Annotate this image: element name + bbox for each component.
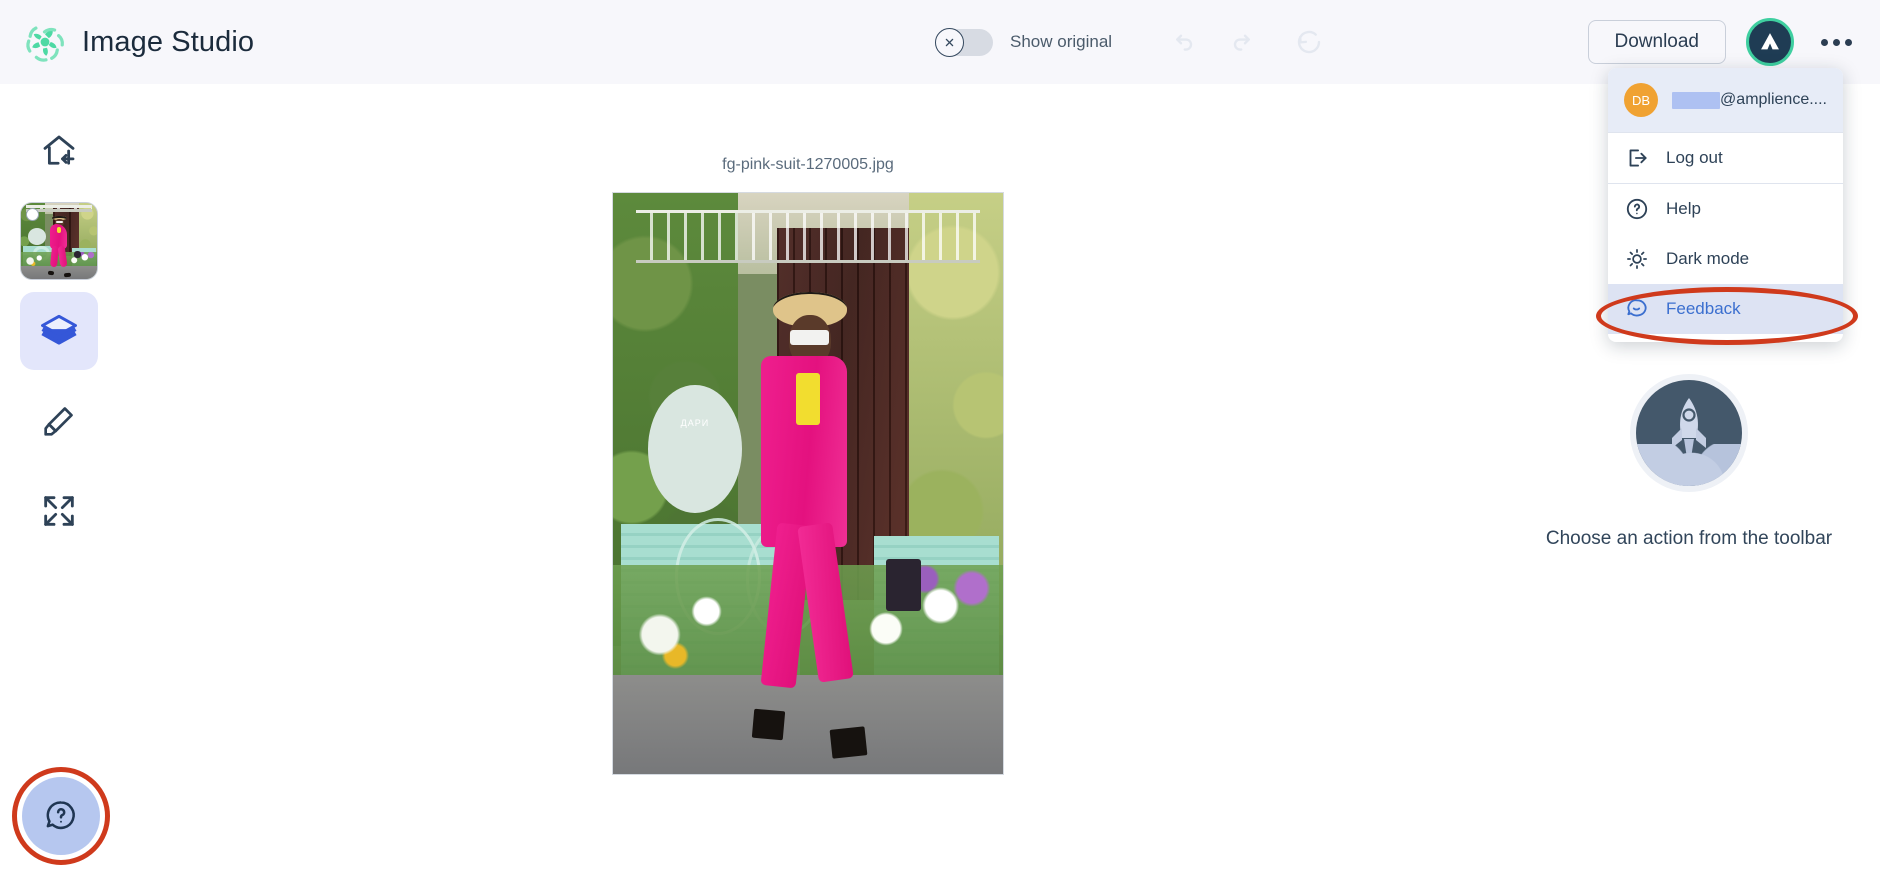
main-photo: ДАРИ [613,193,1003,774]
canvas-area: fg-pink-suit-1270005.jpg ДАРИ [118,84,1498,877]
sidebar-item-expand[interactable] [20,472,98,550]
header-center-controls: Show original [935,0,1112,84]
redacted-email-block [1672,91,1721,109]
account-menu: DB @amplience.... Log out Help Dark mode… [1608,68,1843,342]
show-original-label: Show original [1010,32,1113,51]
overflow-menu-button[interactable] [1814,20,1858,64]
menu-item-label: Help [1666,199,1701,218]
image-studio-app: Image Studio Show original Download fg-p… [0,0,1880,877]
reset-button[interactable] [1288,21,1330,63]
rocket-clouds [1636,443,1742,486]
history-controls [1160,0,1330,84]
speech-bubble-smile-icon [1627,299,1647,317]
menu-item-label: Log out [1666,148,1723,167]
account-email: @amplience.... [1672,91,1827,109]
empty-state-message: Choose an action from the toolbar [1545,528,1833,549]
rocket-launch-icon [1636,380,1742,486]
left-toolbar [0,84,118,877]
question-circle-icon [1626,198,1648,220]
show-original-toggle[interactable] [935,27,993,57]
download-button[interactable]: Download [1587,20,1726,64]
show-original-control[interactable]: Show original [935,27,1113,57]
redo-arrow-icon [1233,34,1250,51]
menu-item-label: Dark mode [1666,249,1750,268]
eraser-icon [44,407,73,436]
logout-icon [1629,149,1647,167]
account-header: DB @amplience.... [1608,68,1843,132]
layers-icon [41,314,77,345]
ellipsis-icon [1844,38,1852,46]
sun-icon [1627,249,1647,269]
menu-item-help[interactable]: Help [1608,184,1843,234]
redo-button[interactable] [1224,21,1266,63]
app-header: Image Studio Show original Download [0,0,1880,84]
ellipsis-icon [1832,38,1840,46]
image-filename: fg-pink-suit-1270005.jpg [722,156,894,173]
sidebar-item-layers[interactable] [20,292,98,370]
help-fab-button[interactable] [22,777,100,855]
image-stage[interactable]: ДАРИ [612,192,1004,775]
amplience-logo-icon [1761,33,1779,50]
account-email-suffix: @amplience.... [1720,91,1827,108]
expand-arrows-icon [44,496,74,526]
reset-circular-arrow-icon [1297,30,1321,54]
account-avatar-initials: DB [1624,83,1658,117]
sidebar-item-image-thumbnail[interactable] [20,202,98,280]
question-speech-bubble-icon [46,801,75,830]
undo-button[interactable] [1160,21,1202,63]
menu-item-dark-mode[interactable]: Dark mode [1608,234,1843,284]
menu-item-label: Feedback [1666,299,1741,318]
home-with-arrow-icon [43,135,75,165]
close-glyph [945,38,954,46]
avatar[interactable] [1746,18,1794,66]
app-title: Image Studio [82,25,255,58]
thumbnail-selected-badge [26,208,39,221]
ellipsis-icon [1820,38,1828,46]
menu-item-log-out[interactable]: Log out [1608,133,1843,183]
brand: Image Studio [22,19,254,65]
sidebar-item-eraser[interactable] [20,382,98,460]
undo-arrow-icon [1176,34,1193,51]
sidebar-item-home[interactable] [20,112,98,190]
close-circle-icon [935,27,964,57]
pinwheel-logo-icon [26,26,64,62]
photo-sign-text: ДАРИ [680,417,710,428]
menu-item-feedback[interactable]: Feedback [1608,284,1843,334]
